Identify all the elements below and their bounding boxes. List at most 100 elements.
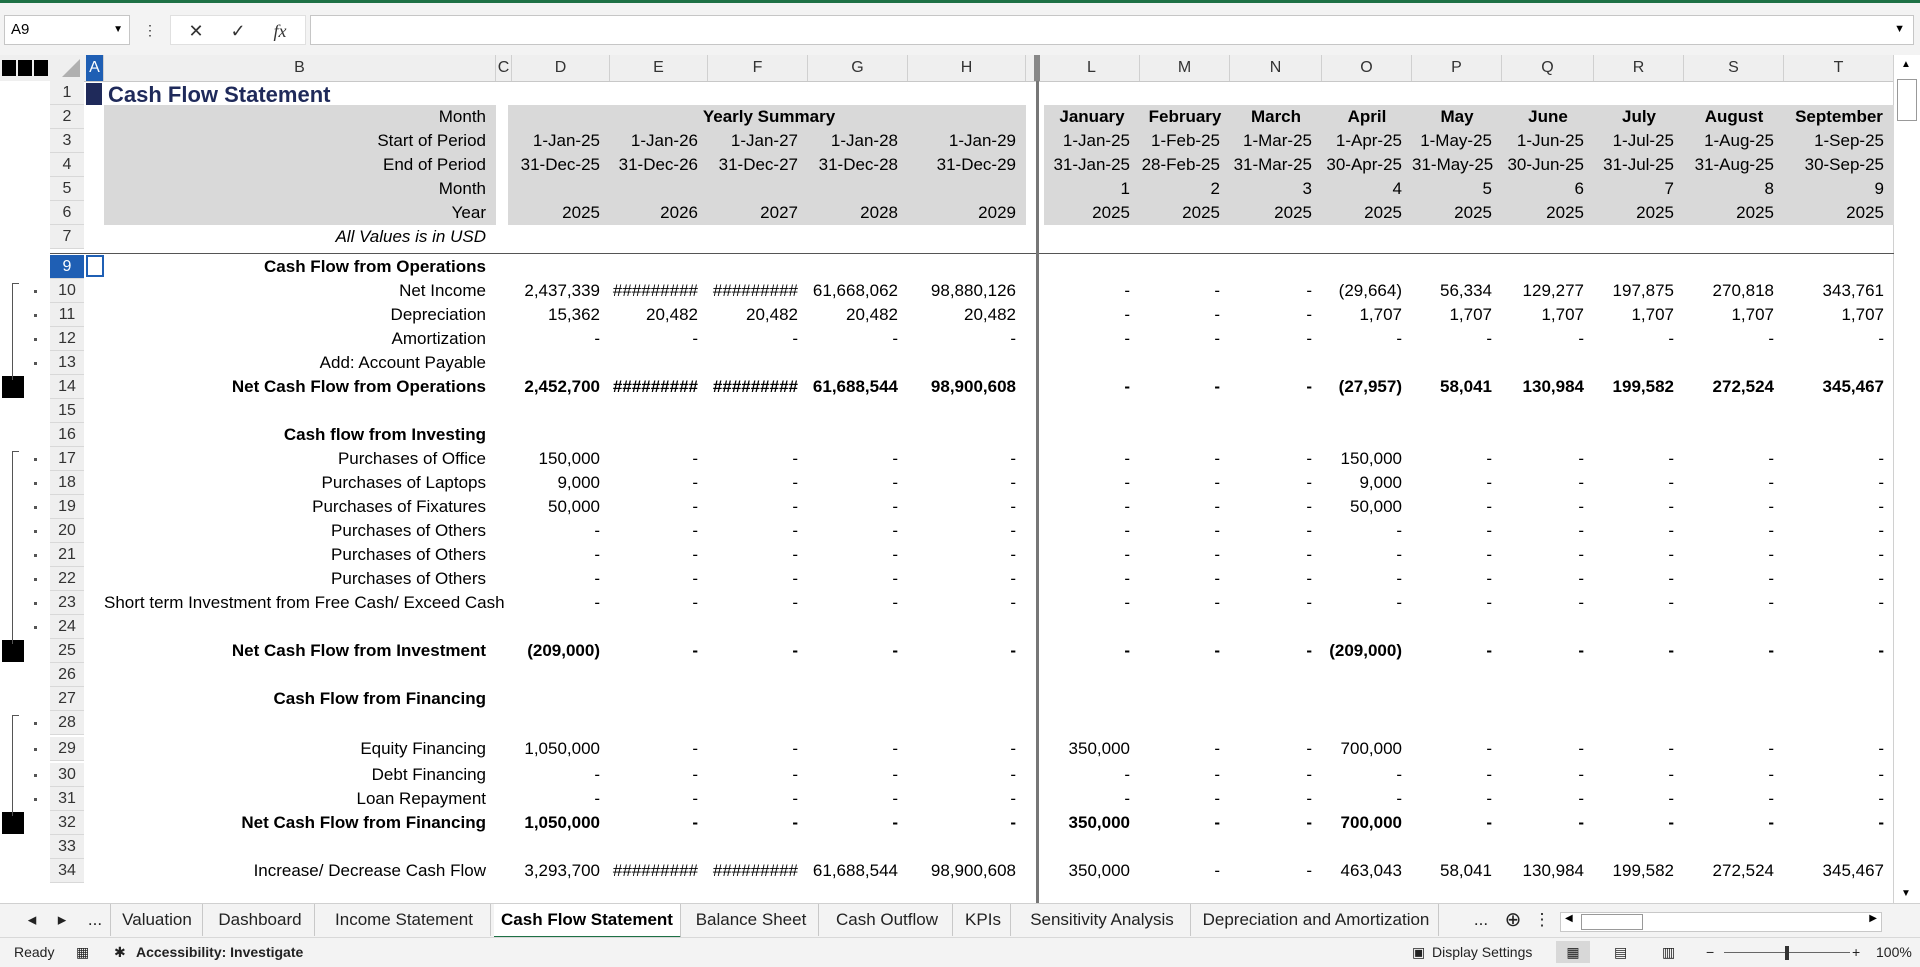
- row-label[interactable]: Purchases of Fixatures: [104, 495, 486, 519]
- yearly-value-cell[interactable]: [708, 399, 798, 423]
- tab-prev-icon[interactable]: ◂: [22, 904, 42, 936]
- row-label[interactable]: Net Income: [104, 279, 486, 303]
- monthly-end-cell[interactable]: 31-Jan-25: [1044, 153, 1130, 177]
- monthly-value-cell[interactable]: -: [1412, 591, 1492, 615]
- column-header-d[interactable]: D: [512, 55, 610, 81]
- monthly-value-cell[interactable]: -: [1140, 763, 1220, 787]
- yearly-value-cell[interactable]: -: [808, 591, 898, 615]
- row-label[interactable]: Debt Financing: [104, 763, 486, 787]
- monthly-value-cell[interactable]: -: [1230, 375, 1312, 399]
- header-label[interactable]: Year: [104, 201, 486, 225]
- monthly-year-cell[interactable]: 2025: [1412, 201, 1492, 225]
- monthly-value-cell[interactable]: [1322, 423, 1402, 447]
- monthly-value-cell[interactable]: -: [1230, 519, 1312, 543]
- row-label[interactable]: Net Cash Flow from Financing: [104, 811, 486, 835]
- monthly-value-cell[interactable]: -: [1502, 811, 1584, 835]
- yearly-value-cell[interactable]: -: [908, 543, 1016, 567]
- monthly-value-cell[interactable]: -: [1140, 495, 1220, 519]
- monthly-value-cell[interactable]: 56,334: [1412, 279, 1492, 303]
- yearly-value-cell[interactable]: -: [610, 327, 698, 351]
- monthly-value-cell[interactable]: -: [1684, 519, 1774, 543]
- monthly-value-cell[interactable]: [1412, 687, 1492, 711]
- column-header-m[interactable]: M: [1140, 55, 1230, 81]
- yearly-value-cell[interactable]: -: [908, 447, 1016, 471]
- yearly-value-cell[interactable]: -: [708, 763, 798, 787]
- monthly-value-cell[interactable]: -: [1230, 567, 1312, 591]
- yearly-end-cell[interactable]: 31-Dec-26: [610, 153, 698, 177]
- monthly-end-cell[interactable]: 30-Jun-25: [1502, 153, 1584, 177]
- monthly-value-cell[interactable]: [1140, 399, 1220, 423]
- row-label[interactable]: Loan Repayment: [104, 787, 486, 811]
- yearly-value-cell[interactable]: -: [808, 543, 898, 567]
- monthly-value-cell[interactable]: [1140, 255, 1220, 279]
- yearly-value-cell[interactable]: [908, 351, 1016, 375]
- yearly-value-cell[interactable]: -: [808, 567, 898, 591]
- monthly-value-cell[interactable]: [1140, 423, 1220, 447]
- monthly-value-cell[interactable]: [1684, 687, 1774, 711]
- sheet-tab-dashboard[interactable]: Dashboard: [206, 904, 315, 936]
- monthly-value-cell[interactable]: [1784, 255, 1884, 279]
- tab-more-left[interactable]: ...: [80, 904, 111, 936]
- row-header[interactable]: 2: [50, 105, 84, 129]
- row-header[interactable]: 11: [50, 303, 84, 327]
- monthly-value-cell[interactable]: -: [1594, 639, 1674, 663]
- yearly-value-cell[interactable]: #########: [708, 279, 798, 303]
- monthly-value-cell[interactable]: [1044, 351, 1130, 375]
- monthly-value-cell[interactable]: [1044, 255, 1130, 279]
- row-label[interactable]: Purchases of Office: [104, 447, 486, 471]
- active-cell[interactable]: [86, 255, 104, 277]
- yearly-value-cell[interactable]: [708, 351, 798, 375]
- yearly-value-cell[interactable]: -: [808, 639, 898, 663]
- monthly-value-cell[interactable]: -: [1230, 327, 1312, 351]
- monthly-value-cell[interactable]: [1594, 399, 1674, 423]
- column-header-q[interactable]: Q: [1502, 55, 1594, 81]
- yearly-start-cell[interactable]: 1-Jan-25: [512, 129, 600, 153]
- yearly-value-cell[interactable]: 15,362: [512, 303, 600, 327]
- monthly-value-cell[interactable]: 1,707: [1594, 303, 1674, 327]
- monthly-value-cell[interactable]: -: [1502, 327, 1584, 351]
- row-label[interactable]: Short term Investment from Free Cash/ Ex…: [104, 591, 505, 615]
- row-label[interactable]: Equity Financing: [104, 737, 486, 761]
- yearly-value-cell[interactable]: -: [610, 737, 698, 761]
- yearly-value-cell[interactable]: [908, 423, 1016, 447]
- month-name-cell[interactable]: February: [1140, 105, 1230, 129]
- monthly-value-cell[interactable]: -: [1412, 737, 1492, 761]
- row-label[interactable]: Cash Flow from Financing: [104, 687, 486, 711]
- monthly-value-cell[interactable]: [1502, 399, 1584, 423]
- monthly-value-cell[interactable]: -: [1594, 543, 1674, 567]
- monthly-value-cell[interactable]: -: [1684, 447, 1774, 471]
- monthly-value-cell[interactable]: -: [1140, 303, 1220, 327]
- column-header-e[interactable]: E: [610, 55, 708, 81]
- row-header[interactable]: 29: [50, 737, 84, 761]
- monthly-value-cell[interactable]: -: [1412, 519, 1492, 543]
- monthly-value-cell[interactable]: [1412, 835, 1492, 859]
- monthly-value-cell[interactable]: [1684, 255, 1774, 279]
- monthly-value-cell[interactable]: [1412, 615, 1492, 639]
- month-name-cell[interactable]: March: [1230, 105, 1322, 129]
- month-name-cell[interactable]: August: [1684, 105, 1784, 129]
- monthly-value-cell[interactable]: -: [1230, 859, 1312, 883]
- yearly-value-cell[interactable]: 20,482: [808, 303, 898, 327]
- row-header[interactable]: 3: [50, 129, 84, 153]
- monthly-value-cell[interactable]: -: [1044, 591, 1130, 615]
- monthly-value-cell[interactable]: -: [1594, 763, 1674, 787]
- monthly-value-cell[interactable]: [1594, 835, 1674, 859]
- yearly-year-cell[interactable]: 2029: [908, 201, 1016, 225]
- yearly-value-cell[interactable]: -: [610, 639, 698, 663]
- yearly-value-cell[interactable]: -: [708, 447, 798, 471]
- monthly-value-cell[interactable]: -: [1140, 639, 1220, 663]
- yearly-value-cell[interactable]: -: [808, 763, 898, 787]
- row-label[interactable]: Net Cash Flow from Investment: [104, 639, 486, 663]
- monthly-value-cell[interactable]: [1230, 835, 1312, 859]
- row-header[interactable]: 26: [50, 663, 84, 687]
- row-header[interactable]: 20: [50, 519, 84, 543]
- monthly-value-cell[interactable]: [1502, 255, 1584, 279]
- yearly-value-cell[interactable]: #########: [610, 859, 698, 883]
- enter-icon[interactable]: ✓: [223, 16, 253, 46]
- monthly-value-cell[interactable]: [1322, 835, 1402, 859]
- column-header-o[interactable]: O: [1322, 55, 1412, 81]
- monthly-value-cell[interactable]: [1044, 663, 1130, 687]
- monthly-value-cell[interactable]: [1684, 835, 1774, 859]
- monthly-value-cell[interactable]: -: [1230, 763, 1312, 787]
- row-header[interactable]: 17: [50, 447, 84, 471]
